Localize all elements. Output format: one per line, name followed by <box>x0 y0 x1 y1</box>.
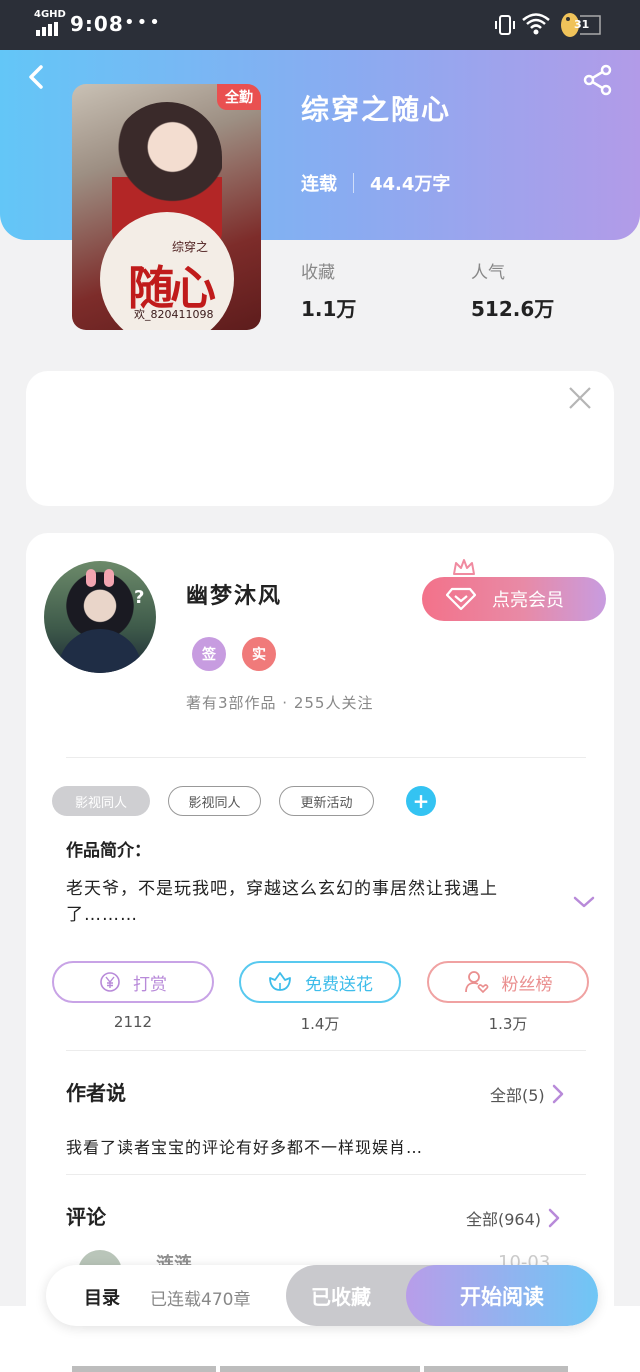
popularity-label: 人气 <box>471 263 505 283</box>
vip-button[interactable]: 点亮会员 <box>422 577 606 621</box>
send-flower-label: 免费送花 <box>305 974 373 995</box>
add-tag-button[interactable]: + <box>406 786 436 816</box>
divider <box>66 1050 586 1051</box>
close-icon[interactable] <box>567 385 593 411</box>
reward-count: 2112 <box>113 1013 153 1031</box>
word-count: 44.4万字 <box>370 174 451 195</box>
network-type: 4GHD <box>34 9 66 20</box>
gesture-bar-segment <box>220 1366 420 1372</box>
fan-count: 1.3万 <box>488 1015 528 1033</box>
battery-level: 31 <box>574 18 590 31</box>
divider <box>66 757 586 758</box>
comments-more-label: 全部(964) <box>466 1210 542 1229</box>
start-reading-button[interactable]: 开始阅读 <box>406 1265 598 1326</box>
user-heart-icon <box>464 971 488 994</box>
chevron-down-icon[interactable] <box>572 894 596 910</box>
chevron-right-icon <box>552 1084 563 1104</box>
comments-more[interactable]: 全部(964) <box>466 1206 561 1230</box>
intro-label: 作品简介： <box>66 841 151 861</box>
comments-title: 评论 <box>66 1205 106 1229</box>
vip-button-label: 点亮会员 <box>492 590 564 611</box>
gesture-bar-segment <box>424 1366 568 1372</box>
start-reading-label: 开始阅读 <box>460 1284 544 1309</box>
fan-ranking-button[interactable]: 粉丝榜 <box>427 961 589 1003</box>
notification-dots: ••• <box>124 12 162 33</box>
yen-icon <box>100 972 120 992</box>
ad-banner[interactable] <box>26 371 614 506</box>
flower-icon <box>269 972 291 991</box>
divider <box>66 1174 586 1175</box>
reward-button[interactable]: 打赏 <box>52 961 214 1003</box>
status-time: 9:08 <box>70 12 124 36</box>
author-meta: 著有3部作品 · 255人关注 <box>186 694 374 712</box>
share-icon[interactable] <box>582 64 614 96</box>
favorited-label: 已收藏 <box>311 1285 371 1309</box>
reward-label: 打赏 <box>133 974 167 995</box>
status-separator <box>353 173 354 193</box>
author-avatar[interactable]: ? <box>44 561 156 673</box>
author-says-title: 作者说 <box>66 1081 126 1105</box>
crown-icon <box>453 559 475 575</box>
serial-status: 连载 <box>301 174 337 195</box>
signed-badge: 签 <box>192 637 226 671</box>
status-bar: 4GHD 9:08 ••• 31 <box>0 0 640 50</box>
diamond-icon <box>446 587 476 611</box>
favorites-label: 收藏 <box>301 263 335 283</box>
chapter-count: 已连载470章 <box>150 1290 251 1310</box>
popularity-value: 512.6万 <box>471 297 555 321</box>
send-flower-button[interactable]: 免费送花 <box>239 961 401 1003</box>
bottom-action-bar: 目录 已连载470章 已收藏 开始阅读 <box>46 1265 598 1326</box>
intro-text[interactable]: 老天爷，不是玩我吧，穿越这么玄幻的事居然让我遇上了……… <box>66 876 546 928</box>
tag-chip[interactable]: 影视同人 <box>52 786 150 816</box>
vibrate-icon <box>495 15 515 35</box>
book-status-row: 连载 44.4万字 <box>301 170 450 196</box>
fan-ranking-label: 粉丝榜 <box>501 974 553 995</box>
wifi-icon <box>522 13 550 35</box>
author-name[interactable]: 幽梦沐风 <box>186 578 282 610</box>
favorites-value: 1.1万 <box>301 297 357 321</box>
chevron-right-icon <box>548 1208 560 1228</box>
book-cover[interactable]: 综穿之 随心 欢_820411098 全勤 <box>72 84 261 330</box>
toc-button[interactable]: 目录 <box>84 1284 120 1310</box>
back-icon[interactable] <box>22 62 52 92</box>
verified-badge: 实 <box>242 637 276 671</box>
gesture-bar-segment <box>72 1366 216 1372</box>
flower-count: 1.4万 <box>300 1015 340 1033</box>
signal-icon <box>36 22 58 36</box>
battery-icon: 31 <box>556 10 606 40</box>
author-says-text[interactable]: 我看了读者宝宝的评论有好多都不一样现娱肖… <box>66 1134 423 1158</box>
book-title: 综穿之随心 <box>301 93 452 126</box>
author-says-more-label: 全部(5) <box>490 1086 545 1105</box>
author-says-more[interactable]: 全部(5) <box>490 1082 565 1106</box>
tag-chip[interactable]: 更新活动 <box>279 786 374 816</box>
cover-author-line: 欢_820411098 <box>134 308 214 321</box>
full-attendance-badge: 全勤 <box>217 84 261 110</box>
tag-chip[interactable]: 影视同人 <box>168 786 261 816</box>
